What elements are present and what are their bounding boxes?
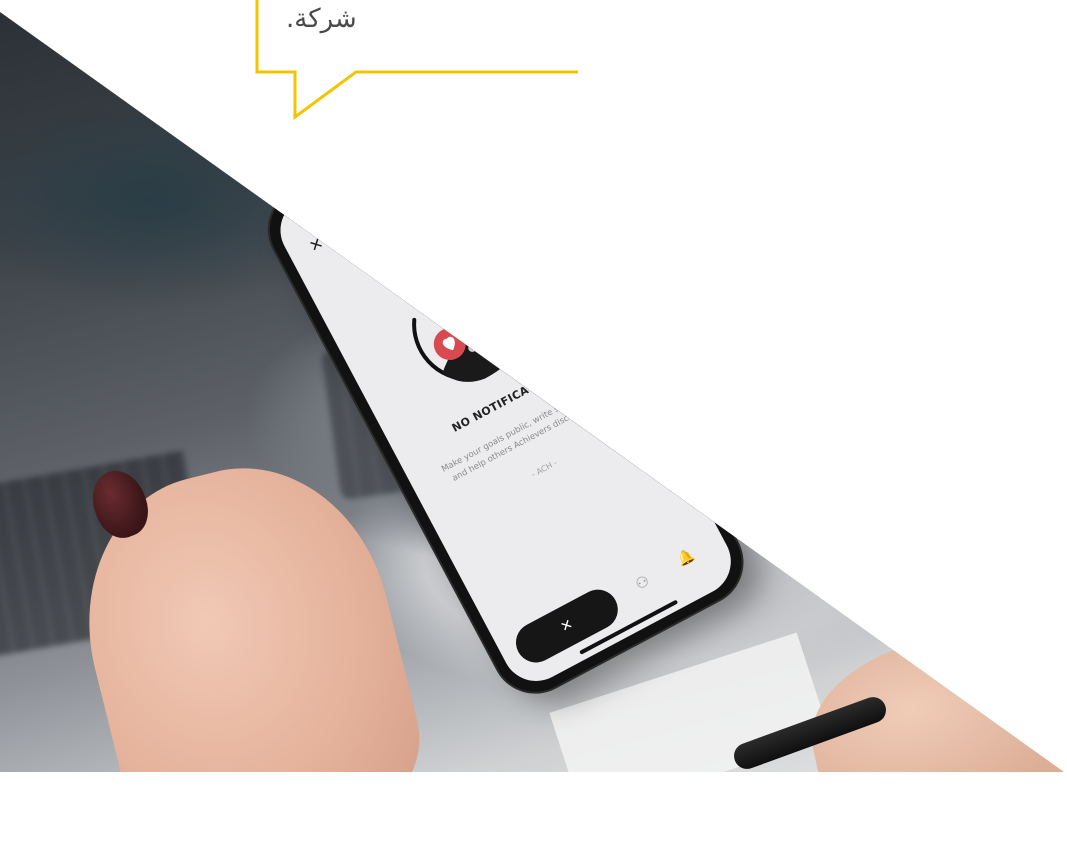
bottom-tab-bar: ✕ ⚇ 🔔 (495, 524, 735, 677)
tab-close-active[interactable]: ✕ (508, 582, 625, 670)
notifications-illustration (412, 268, 524, 382)
speech-bubble-text: شركة. (286, 4, 357, 34)
screen-title: NOTIFICATIONS (358, 173, 444, 226)
bell-icon[interactable]: 🔔 (672, 545, 704, 577)
profile-icon[interactable]: ⚇ (627, 569, 659, 601)
phone-notch (320, 125, 448, 210)
diamond-bubble-icon (436, 285, 469, 318)
person-bubble-icon (465, 268, 498, 301)
